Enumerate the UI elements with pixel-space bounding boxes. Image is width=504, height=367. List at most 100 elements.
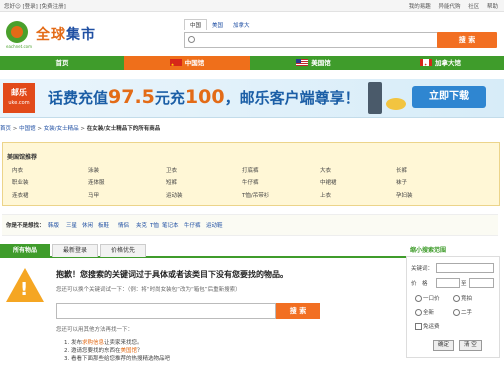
- search-tab-china[interactable]: 中国: [184, 19, 208, 30]
- suggestion-link[interactable]: T恤: [150, 221, 159, 229]
- top-link-community[interactable]: 社区: [468, 4, 479, 10]
- price-min-input[interactable]: [436, 278, 460, 288]
- recommend-link[interactable]: 泳装: [88, 166, 99, 174]
- uke-logo-sub: uke.com: [8, 100, 30, 106]
- tip-link-usa[interactable]: 美国馆: [121, 348, 138, 354]
- top-link-my-ebay[interactable]: 我的易趣: [409, 4, 431, 10]
- logo-text-part1: 全球: [36, 27, 66, 43]
- breadcrumb-sep: >: [35, 126, 44, 132]
- tab-price[interactable]: 价格优先: [100, 244, 146, 257]
- recommend-link[interactable]: 职业装: [12, 178, 29, 186]
- recommend-link[interactable]: 长裤: [396, 166, 407, 174]
- recommend-link[interactable]: 运动装: [166, 191, 183, 199]
- suggestion-link[interactable]: 运动鞋: [206, 221, 223, 229]
- banner-text-1: 话费充值: [48, 89, 109, 107]
- nav-china[interactable]: 中国馆: [124, 56, 250, 72]
- login-greeting[interactable]: 您好☺ [登录] [免费注册]: [4, 2, 66, 10]
- banner-text-2: 元充: [154, 89, 185, 107]
- no-results-headline: 抱歉！您搜索的关键词过于具体或者该类目下没有您要找的物品。: [56, 270, 288, 279]
- radio-used[interactable]: [453, 309, 460, 316]
- usa-flag-icon: [296, 59, 309, 66]
- main-nav: 首页 中国馆 美国馆 加拿大馆: [0, 56, 504, 72]
- breadcrumb-home[interactable]: 首页: [0, 126, 11, 132]
- refine-title: 缩小搜索范围: [410, 247, 447, 254]
- recommend-link[interactable]: 短裤: [166, 178, 177, 186]
- tip-text: 2. 邀请您要找的东西在: [64, 348, 121, 354]
- price-separator: 至: [461, 281, 467, 287]
- recommend-link[interactable]: 孕妇装: [396, 191, 413, 199]
- tab-latest[interactable]: 最新登录: [52, 244, 98, 257]
- refine-reset-button[interactable]: 清 空: [459, 340, 482, 351]
- logo-icon[interactable]: [6, 21, 28, 43]
- logo-text-part2: 集市: [66, 27, 96, 43]
- search-icon: [188, 36, 195, 43]
- keyword-search-button[interactable]: 搜 索: [276, 303, 320, 319]
- tip-text: 让卖家来找您。: [104, 340, 143, 346]
- suggestion-link[interactable]: 牛仔裤: [184, 221, 201, 229]
- free-shipping-checkbox[interactable]: [415, 323, 422, 330]
- nav-canada[interactable]: 加拿大馆: [377, 56, 504, 72]
- uke-logo-title: 邮乐: [11, 88, 27, 97]
- site-logo-text[interactable]: 全球集市: [36, 24, 96, 44]
- alternative-intro: 您还可以用其他方法再找一下：: [56, 327, 134, 333]
- radio-buy-now[interactable]: [415, 295, 422, 302]
- logo-subtitle: eachnet.com: [6, 44, 33, 49]
- suggestion-link[interactable]: 夹克: [136, 221, 147, 229]
- search-button[interactable]: 搜 索: [437, 32, 497, 48]
- price-max-input[interactable]: [469, 278, 494, 288]
- recommend-link[interactable]: 牛仔裤: [242, 178, 259, 186]
- suggestion-link[interactable]: 情侣: [118, 221, 129, 229]
- refine-keyword-label: 关键词：: [411, 266, 434, 272]
- radio-auction[interactable]: [453, 295, 460, 302]
- suggestion-link[interactable]: 笔记本: [162, 221, 179, 229]
- nav-home[interactable]: 首页: [0, 56, 124, 70]
- suggestion-link[interactable]: 板鞋: [98, 221, 109, 229]
- radio-new-label: 全新: [423, 310, 435, 316]
- nav-canada-label: 加拿大馆: [435, 59, 461, 67]
- alternative-tips: 1. 发布求购信息让卖家来找您。 2. 邀请您要找的东西在美国馆？ 3. 看看下…: [64, 339, 170, 363]
- search-scope-tabs: 中国 美国 加拿大: [184, 19, 255, 30]
- recommend-link[interactable]: 打底裤: [242, 166, 259, 174]
- banner-headline: 话费充值97.5元充100，邮乐客户端尊享！: [48, 86, 360, 108]
- radio-used-label: 二手: [461, 310, 473, 316]
- breadcrumb-sep: >: [78, 126, 87, 132]
- radio-auction-label: 竞拍: [461, 296, 473, 302]
- keyword-input[interactable]: [56, 303, 276, 319]
- search-tab-usa[interactable]: 美国: [207, 20, 228, 30]
- uke-logo[interactable]: 邮乐 uke.com: [3, 83, 35, 113]
- suggestion-link[interactable]: 休闲: [82, 221, 93, 229]
- recommend-link[interactable]: 袜子: [396, 178, 407, 186]
- search-input[interactable]: [184, 32, 438, 48]
- refine-keyword-input[interactable]: [436, 263, 494, 273]
- radio-new[interactable]: [415, 309, 422, 316]
- recommend-link[interactable]: 大衣: [320, 166, 331, 174]
- recommend-link[interactable]: T恤/吊带衫: [242, 191, 269, 199]
- recommend-link[interactable]: 连衣裙: [12, 191, 29, 199]
- tab-all-items[interactable]: 所有物品: [0, 244, 50, 257]
- refine-price-label: 价 格: [411, 281, 428, 287]
- breadcrumb-china[interactable]: 中国馆: [19, 126, 36, 132]
- recommend-link[interactable]: 内衣: [12, 166, 23, 174]
- recommend-title: 美国馆推荐: [7, 154, 38, 161]
- recommend-link[interactable]: 中裙裙: [320, 178, 337, 186]
- tip-link-wanted[interactable]: 求购信息: [82, 340, 104, 346]
- recommend-link[interactable]: 连体服: [88, 178, 105, 186]
- download-button[interactable]: 立即下载: [412, 86, 486, 108]
- suggestion-link[interactable]: 三星: [66, 221, 77, 229]
- tip-item: 2. 邀请您要找的东西在美国馆？: [64, 347, 170, 355]
- refine-confirm-button[interactable]: 确定: [433, 340, 455, 351]
- breadcrumb: 首页 > 中国馆 > 女装/女士精品 > 在女装/女士精品下的所有商品: [0, 124, 160, 132]
- nav-china-label: 中国馆: [184, 59, 205, 67]
- suggestion-link[interactable]: 韩版: [48, 221, 59, 229]
- recommend-link[interactable]: 卫衣: [166, 166, 177, 174]
- banner-text-3: ，邮乐客户端尊享！: [224, 89, 360, 107]
- recommend-link[interactable]: 马甲: [88, 191, 99, 199]
- coins-illustration: [386, 98, 406, 110]
- top-link-help[interactable]: 帮助: [487, 4, 498, 10]
- breadcrumb-category[interactable]: 女装/女士精品: [44, 126, 79, 132]
- nav-usa[interactable]: 美国馆: [250, 56, 377, 70]
- search-tab-canada[interactable]: 加拿大: [228, 20, 255, 30]
- top-link-proxy[interactable]: 异能代购: [438, 4, 460, 10]
- recommend-link[interactable]: 上衣: [320, 191, 331, 199]
- refine-panel: 关键词： 价 格 至 一口价 竞拍 全新 二手 免运费 确定 清 空: [406, 256, 500, 358]
